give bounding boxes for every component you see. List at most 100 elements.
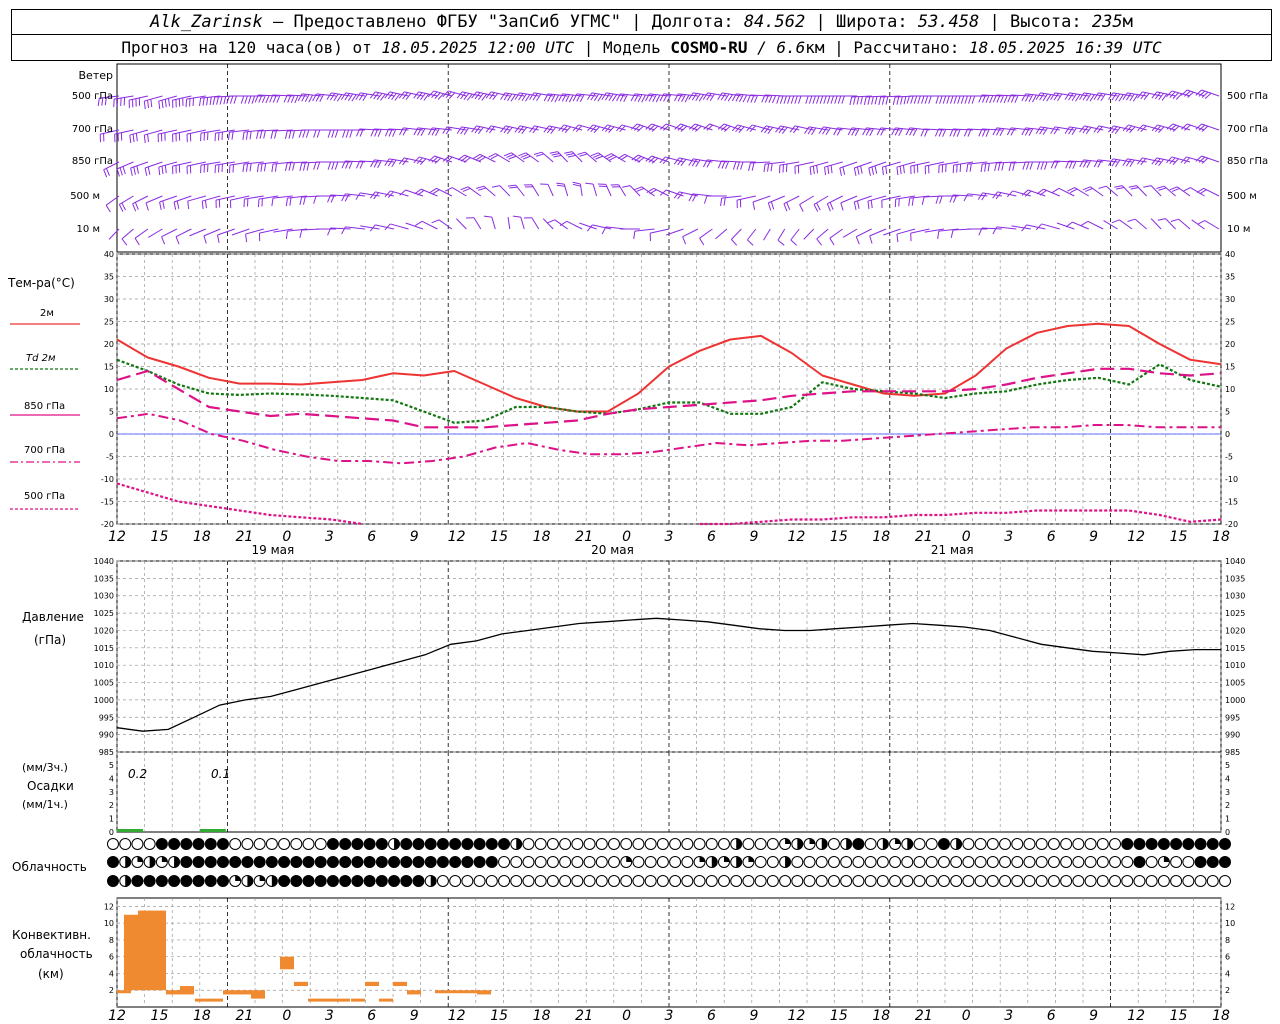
cloud-quarter-fill <box>748 856 754 862</box>
time-label-bottom: 18 <box>533 1008 551 1024</box>
time-label-bottom: 18 <box>193 1008 211 1024</box>
cloud-full <box>339 875 352 887</box>
time-label-mid: 6 <box>367 529 376 545</box>
wind-barb-flag <box>134 237 140 246</box>
wind-barb-flag <box>249 131 252 140</box>
wind-barb-flag <box>899 166 902 175</box>
cloud-clear <box>925 838 938 850</box>
wind-barb-flag <box>611 94 618 102</box>
wind-barb-flag <box>103 169 108 178</box>
wind-barb-flag <box>313 129 317 138</box>
precip-bar <box>117 829 143 832</box>
cloud-clear <box>681 838 694 850</box>
wind-barb-flag <box>924 128 929 137</box>
wind-barb-flag <box>1050 92 1056 100</box>
wind-barb-flag <box>525 94 531 102</box>
wind-barb-flag <box>946 95 950 104</box>
cloud-full <box>339 856 352 868</box>
cloud-clear <box>302 838 315 850</box>
cloud-clear <box>546 875 559 887</box>
wind-barb-flag <box>119 167 123 176</box>
wind-barb-flag <box>702 92 708 100</box>
day-label: 21 мая <box>931 543 974 557</box>
cloud-clear <box>1035 856 1048 868</box>
cloud-clear <box>669 875 682 887</box>
cloud-full <box>168 838 181 850</box>
wind-barb-flag <box>860 96 863 105</box>
conv-tick-left: 10 <box>104 919 114 928</box>
wind-barb-flag <box>1129 159 1135 167</box>
wind-barb-flag <box>767 202 772 211</box>
cloud-clear <box>999 856 1012 868</box>
wind-barb-flag <box>158 101 161 110</box>
wind-barb-flag <box>924 95 929 104</box>
wind-barb-flag <box>145 202 149 211</box>
wind-barb-flag <box>355 192 361 200</box>
wind-barb-flag <box>818 126 824 134</box>
precip-tick-right: 2 <box>1225 801 1230 810</box>
wind-level-10m-right: 10 м <box>1227 224 1250 235</box>
cloud-clear <box>827 838 840 850</box>
wind-barb-flag <box>981 193 987 201</box>
wind-barb-flag <box>604 93 611 101</box>
wind-barb-flag <box>747 239 754 246</box>
cloud-clear <box>632 875 645 887</box>
cloud-clear <box>1109 856 1122 868</box>
legend-label-850: 850 гПа <box>24 401 65 412</box>
cloud-clear <box>1060 875 1073 887</box>
wind-barb-flag <box>1021 93 1027 102</box>
cloud-clear <box>913 875 926 887</box>
wind-barb-flag <box>288 130 292 139</box>
wind-barb-flag <box>345 129 350 138</box>
wind-barb-shaft <box>542 218 554 230</box>
wind-barb-flag <box>161 236 166 245</box>
wind-barb-flag <box>1126 93 1132 101</box>
wind-barb-flag <box>299 162 303 171</box>
wind-barb-shaft <box>592 184 598 197</box>
wind-barb-flag <box>971 95 976 104</box>
wind-barb-flag <box>1068 127 1074 135</box>
wind-barb-flag <box>274 130 277 139</box>
wind-barb-flag <box>920 128 925 137</box>
wind-barb-flag <box>1003 95 1008 104</box>
cloud-clear <box>791 856 804 868</box>
wind-barb-flag <box>896 234 899 243</box>
wind-barb-flag <box>811 127 817 135</box>
cloud-full <box>388 856 401 868</box>
cloud-clear <box>1170 875 1183 887</box>
cloud-clear <box>1060 838 1073 850</box>
conv-bar <box>393 981 407 987</box>
cloud-clear <box>986 838 999 850</box>
precip-tick-right: 4 <box>1225 774 1230 783</box>
wind-barb-flag <box>105 204 111 213</box>
cloud-clear <box>950 875 963 887</box>
wind-barb-flag <box>960 95 965 104</box>
temp-tick-left: 30 <box>104 295 114 304</box>
wind-barb-flag <box>1001 162 1005 171</box>
cloud-quarter-fill <box>259 875 266 881</box>
wind-title: Ветер <box>79 69 113 82</box>
wind-barb-flag <box>313 161 317 170</box>
wind-barb-flag <box>341 193 346 202</box>
cloud-full <box>1194 856 1207 868</box>
wind-barb-shaft <box>134 228 149 239</box>
wind-barb-flag <box>351 94 357 102</box>
time-label-bottom: 6 <box>707 1008 716 1024</box>
cloud-full <box>326 875 339 887</box>
wind-barb-flag <box>551 152 560 156</box>
wind-barb-flag <box>556 182 565 185</box>
time-label-mid: 15 <box>830 529 848 545</box>
wind-barb-flag <box>892 96 896 105</box>
wind-barb-flag <box>362 93 368 101</box>
conv-tick-right: 12 <box>1225 902 1235 911</box>
wind-barb-flag <box>822 127 828 135</box>
wind-barb-flag <box>355 92 361 100</box>
wind-barb-flag <box>1093 92 1099 100</box>
wind-barb-flag <box>521 93 527 101</box>
pressure-tick-left: 990 <box>99 731 114 740</box>
wind-barb-flag <box>752 201 756 210</box>
wind-barb-flag <box>118 204 124 212</box>
wind-barb-flag <box>572 183 581 187</box>
wind-barb-flag <box>518 93 524 101</box>
wind-barb-flag <box>585 182 594 185</box>
